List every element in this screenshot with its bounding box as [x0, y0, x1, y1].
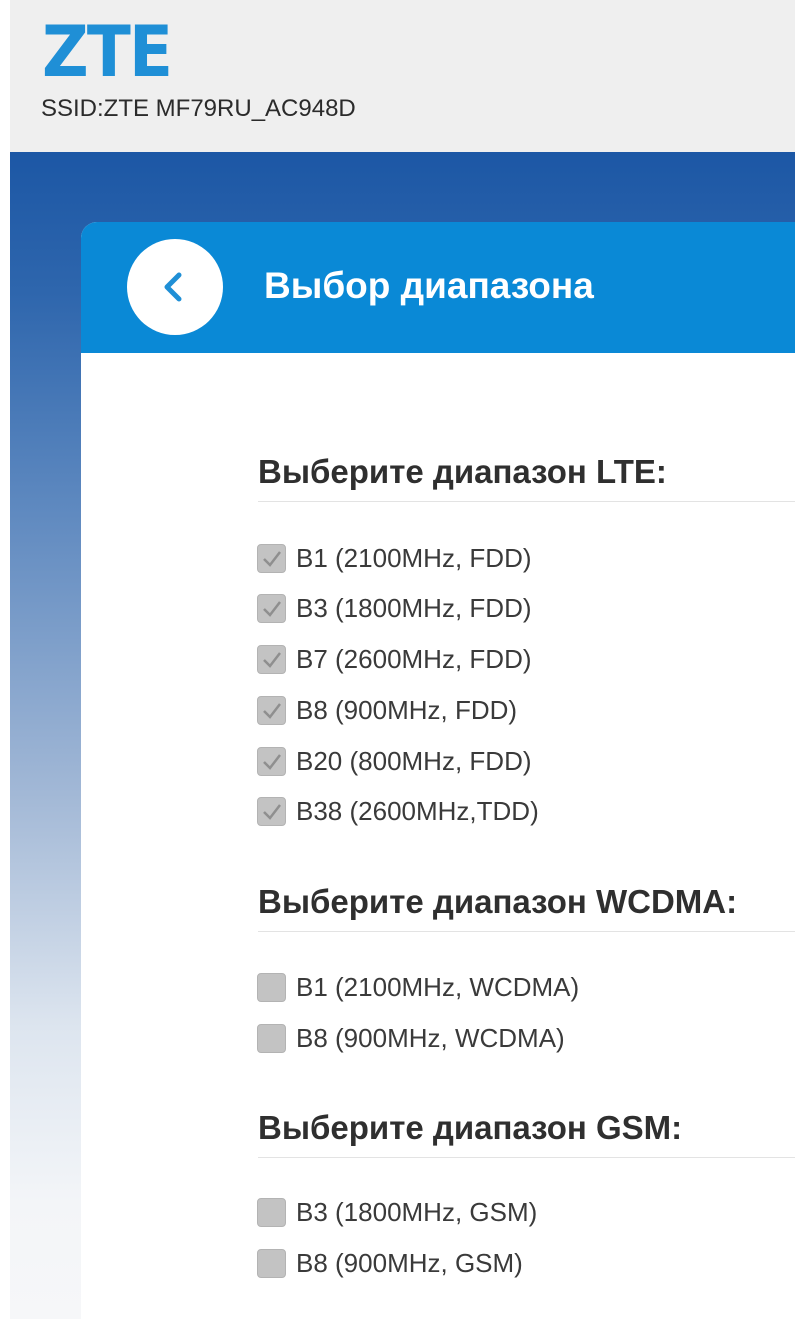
lte-section-title: Выберите диапазон LTE:	[258, 452, 795, 502]
checkbox[interactable]	[257, 593, 286, 623]
lte-band-label: B1 (2100MHz, FDD)	[296, 543, 532, 573]
gsm-band-label: B8 (900MHz, GSM)	[296, 1248, 523, 1278]
panel-header: Выбор диапазона	[81, 222, 795, 353]
lte-band-label: B3 (1800MHz, FDD)	[296, 593, 532, 623]
checkbox[interactable]	[257, 796, 286, 826]
wcdma-band-label: B1 (2100MHz, WCDMA)	[296, 972, 580, 1002]
chevron-left-icon	[164, 272, 182, 302]
checkbox[interactable]	[257, 1248, 286, 1278]
gsm-band-b8-checkbox[interactable]: B8 (900MHz, GSM)	[257, 1243, 523, 1283]
top-header: ZTE SSID:ZTE MF79RU_AC948D	[10, 0, 795, 152]
wcdma-band-b8-checkbox[interactable]: B8 (900MHz, WCDMA)	[257, 1018, 565, 1058]
lte-band-b3-checkbox[interactable]: B3 (1800MHz, FDD)	[257, 588, 532, 628]
wcdma-band-label: B8 (900MHz, WCDMA)	[296, 1023, 565, 1053]
wcdma-band-b1-checkbox[interactable]: B1 (2100MHz, WCDMA)	[257, 967, 579, 1007]
checkmark-icon	[263, 753, 281, 770]
zte-logo: ZTE	[42, 11, 173, 93]
gsm-band-b3-checkbox[interactable]: B3 (1800MHz, GSM)	[257, 1192, 537, 1232]
checkbox[interactable]	[257, 695, 286, 725]
lte-band-b7-checkbox[interactable]: B7 (2600MHz, FDD)	[257, 639, 532, 679]
checkmark-icon	[263, 803, 281, 820]
lte-band-b1-checkbox[interactable]: B1 (2100MHz, FDD)	[257, 538, 532, 578]
checkbox[interactable]	[257, 644, 286, 674]
checkmark-icon	[263, 550, 281, 567]
checkmark-icon	[263, 651, 281, 668]
lte-band-b8-checkbox[interactable]: B8 (900MHz, FDD)	[257, 690, 517, 730]
checkbox[interactable]	[257, 1023, 286, 1053]
checkmark-icon	[263, 702, 281, 719]
lte-band-label: B7 (2600MHz, FDD)	[296, 644, 532, 674]
band-selection-panel: Выбор диапазона Выберите диапазон LTE: B…	[81, 222, 795, 1332]
gsm-band-label: B3 (1800MHz, GSM)	[296, 1197, 538, 1227]
checkbox[interactable]	[257, 1197, 286, 1227]
lte-band-label: B8 (900MHz, FDD)	[296, 695, 518, 725]
back-button[interactable]	[127, 239, 223, 335]
page-title: Выбор диапазона	[264, 265, 594, 306]
checkbox[interactable]	[257, 746, 286, 776]
lte-band-b20-checkbox[interactable]: B20 (800MHz, FDD)	[257, 741, 532, 781]
gsm-section-title: Выберите диапазон GSM:	[258, 1108, 795, 1158]
ssid-label: SSID:ZTE MF79RU_AC948D	[41, 95, 356, 122]
checkmark-icon	[263, 600, 281, 617]
checkbox[interactable]	[257, 972, 286, 1002]
lte-band-label: B38 (2600MHz,TDD)	[296, 796, 539, 826]
lte-band-label: B20 (800MHz, FDD)	[296, 746, 532, 776]
checkbox[interactable]	[257, 543, 286, 573]
lte-band-b38-checkbox[interactable]: B38 (2600MHz,TDD)	[257, 791, 539, 831]
wcdma-section-title: Выберите диапазон WCDMA:	[258, 882, 795, 932]
